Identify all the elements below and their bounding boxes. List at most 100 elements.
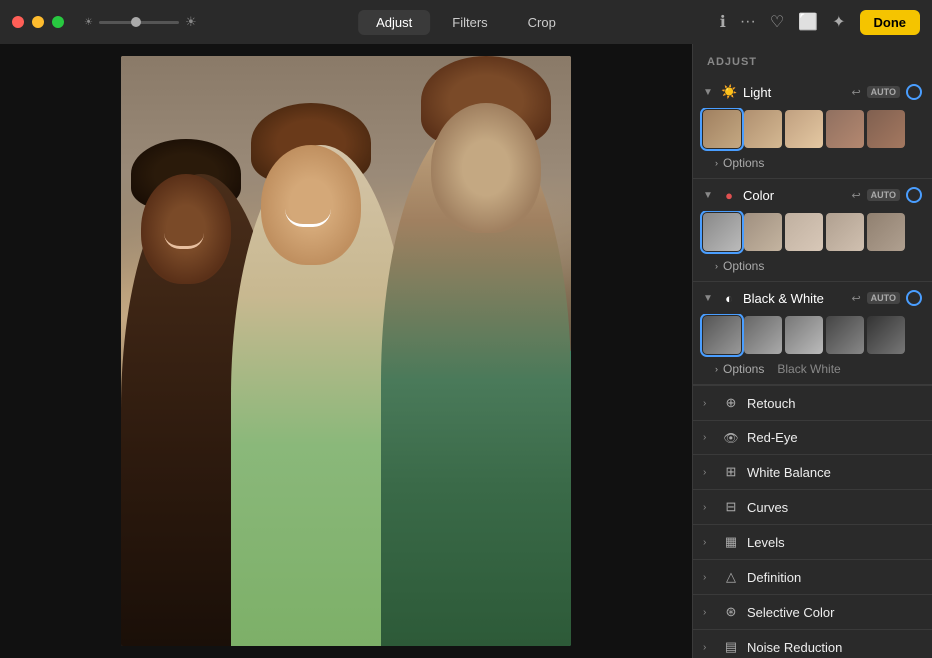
tool-noise-reduction[interactable]: › ▤ Noise Reduction <box>693 629 932 658</box>
light-options-label: Options <box>723 156 764 170</box>
light-thumb-3[interactable] <box>785 110 823 148</box>
light-thumbnails <box>693 108 932 154</box>
tool-white-balance[interactable]: › ⊞ White Balance <box>693 454 932 489</box>
bw-options-sub-label: Black White <box>777 362 840 376</box>
tool-retouch[interactable]: › ⊕ Retouch <box>693 385 932 420</box>
bw-options-chevron-icon: › <box>715 364 718 374</box>
bw-thumbnails <box>693 314 932 360</box>
levels-label: Levels <box>747 535 922 550</box>
titlebar: ☀ ☀ Adjust Filters Crop ℹ ··· ♡ ⬜ ✦ Done <box>0 0 932 44</box>
color-options-row[interactable]: › Options <box>693 257 932 281</box>
bw-title: Black & White <box>743 291 845 306</box>
light-thumb-1[interactable] <box>703 110 741 148</box>
color-options-label: Options <box>723 259 764 273</box>
bw-thumb-4[interactable] <box>826 316 864 354</box>
definition-chevron-icon: › <box>703 572 715 583</box>
tool-red-eye[interactable]: › 👁 Red-Eye <box>693 420 932 454</box>
maximize-button[interactable] <box>52 16 64 28</box>
titlebar-actions: ℹ ··· ♡ ⬜ ✦ Done <box>720 10 920 35</box>
more-icon[interactable]: ··· <box>740 13 756 31</box>
selective-color-icon: ⊛ <box>723 604 739 620</box>
color-options-chevron-icon: › <box>715 261 718 271</box>
light-toggle[interactable] <box>906 84 922 100</box>
noise-reduction-label: Noise Reduction <box>747 640 922 655</box>
color-thumb-3[interactable] <box>785 213 823 251</box>
tab-filters[interactable]: Filters <box>434 10 505 35</box>
minimize-button[interactable] <box>32 16 44 28</box>
color-actions: ↩ AUTO <box>851 187 922 203</box>
bw-thumb-3[interactable] <box>785 316 823 354</box>
color-auto-badge[interactable]: AUTO <box>867 189 900 201</box>
curves-icon: ⊟ <box>723 499 739 515</box>
tab-adjust[interactable]: Adjust <box>358 10 430 35</box>
bw-auto-badge[interactable]: AUTO <box>867 292 900 304</box>
curves-chevron-icon: › <box>703 502 715 513</box>
brightness-min-icon: ☀ <box>84 17 93 28</box>
bw-toggle[interactable] <box>906 290 922 306</box>
color-thumb-2[interactable] <box>744 213 782 251</box>
section-light-header[interactable]: ▼ ☀️ Light ↩ AUTO <box>693 76 932 108</box>
heart-icon[interactable]: ♡ <box>770 12 784 32</box>
titlebar-tabs: Adjust Filters Crop <box>358 10 574 35</box>
tool-selective-color[interactable]: › ⊛ Selective Color <box>693 594 932 629</box>
sidebar: ADJUST ▼ ☀️ Light ↩ AUTO › <box>692 44 932 658</box>
wb-chevron-icon: › <box>703 467 715 478</box>
levels-chevron-icon: › <box>703 537 715 548</box>
light-title: Light <box>743 85 845 100</box>
info-icon[interactable]: ℹ <box>720 12 726 32</box>
tab-crop[interactable]: Crop <box>510 10 574 35</box>
color-undo-icon[interactable]: ↩ <box>851 189 860 202</box>
traffic-lights <box>12 16 64 28</box>
light-sun-icon: ☀️ <box>721 84 737 100</box>
bw-thumb-2[interactable] <box>744 316 782 354</box>
noise-reduction-chevron-icon: › <box>703 642 715 653</box>
photo-container <box>0 44 692 658</box>
close-button[interactable] <box>12 16 24 28</box>
definition-icon: △ <box>723 569 739 585</box>
frame-icon[interactable]: ⬜ <box>798 12 818 32</box>
retouch-chevron-icon: › <box>703 398 715 409</box>
tool-definition[interactable]: › △ Definition <box>693 559 932 594</box>
light-options-row[interactable]: › Options <box>693 154 932 178</box>
bw-undo-icon[interactable]: ↩ <box>851 292 860 305</box>
color-chevron-icon: ▼ <box>703 190 715 201</box>
done-button[interactable]: Done <box>860 10 921 35</box>
color-toggle[interactable] <box>906 187 922 203</box>
section-bw: ▼ ◐ Black & White ↩ AUTO › Options Bla <box>693 282 932 385</box>
red-eye-label: Red-Eye <box>747 430 922 445</box>
brightness-slider[interactable] <box>99 21 179 24</box>
red-eye-icon: 👁 <box>723 431 739 445</box>
section-color: ▼ ● Color ↩ AUTO › Options <box>693 179 932 282</box>
white-balance-icon: ⊞ <box>723 464 739 480</box>
light-thumb-5[interactable] <box>867 110 905 148</box>
section-bw-header[interactable]: ▼ ◐ Black & White ↩ AUTO <box>693 282 932 314</box>
light-chevron-icon: ▼ <box>703 87 715 98</box>
section-color-header[interactable]: ▼ ● Color ↩ AUTO <box>693 179 932 211</box>
color-thumbnails <box>693 211 932 257</box>
light-undo-icon[interactable]: ↩ <box>851 86 860 99</box>
tool-levels[interactable]: › ▦ Levels <box>693 524 932 559</box>
color-thumb-5[interactable] <box>867 213 905 251</box>
retouch-label: Retouch <box>747 396 922 411</box>
retouch-icon: ⊕ <box>723 395 739 411</box>
magic-icon[interactable]: ✦ <box>832 12 845 32</box>
sidebar-title: ADJUST <box>693 44 932 76</box>
color-thumb-1[interactable] <box>703 213 741 251</box>
photo-display <box>121 56 571 646</box>
tool-curves[interactable]: › ⊟ Curves <box>693 489 932 524</box>
selective-color-label: Selective Color <box>747 605 922 620</box>
bw-thumb-1[interactable] <box>703 316 741 354</box>
bw-options-row[interactable]: › Options Black White <box>693 360 932 384</box>
light-thumb-2[interactable] <box>744 110 782 148</box>
light-options-chevron-icon: › <box>715 158 718 168</box>
definition-label: Definition <box>747 570 922 585</box>
selective-color-chevron-icon: › <box>703 607 715 618</box>
curves-label: Curves <box>747 500 922 515</box>
brightness-control: ☀ ☀ <box>84 14 197 30</box>
bw-thumb-5[interactable] <box>867 316 905 354</box>
light-thumb-4[interactable] <box>826 110 864 148</box>
brightness-max-icon: ☀ <box>185 14 197 30</box>
bw-options-label: Options <box>723 362 764 376</box>
color-thumb-4[interactable] <box>826 213 864 251</box>
light-auto-badge[interactable]: AUTO <box>867 86 900 98</box>
